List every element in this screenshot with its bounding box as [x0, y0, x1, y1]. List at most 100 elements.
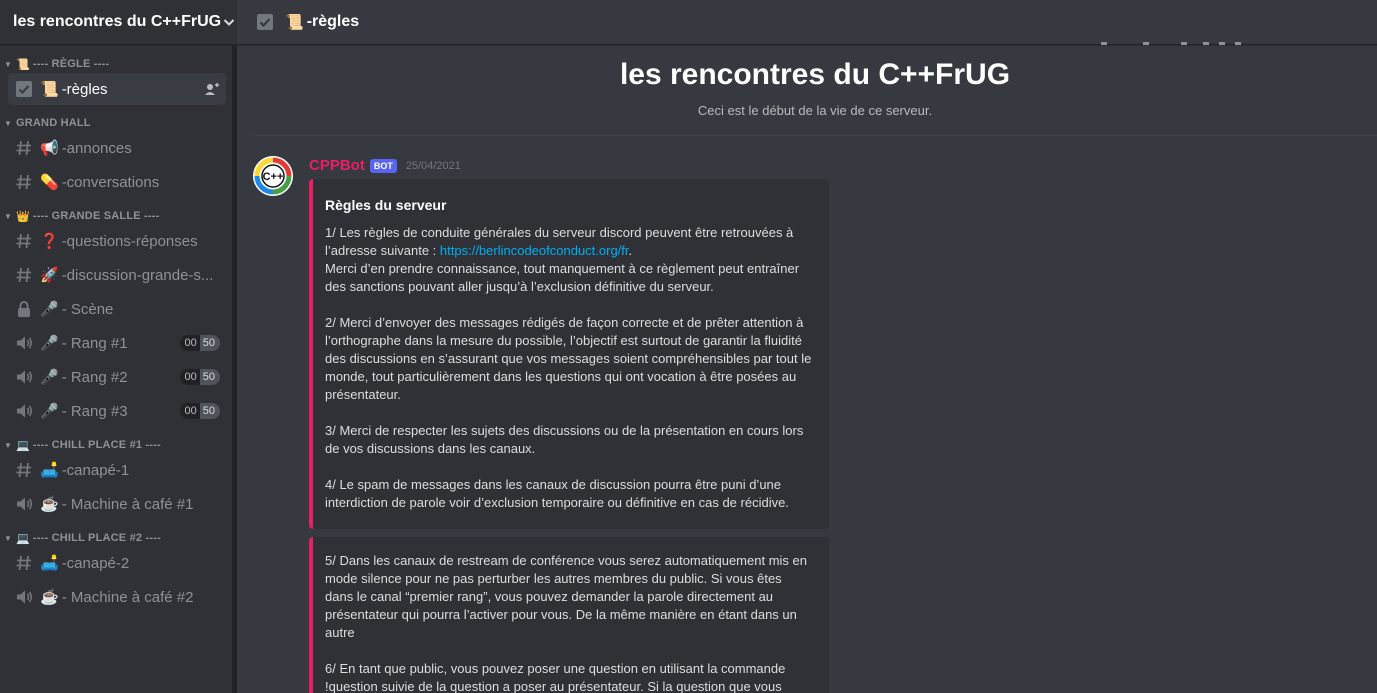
channel-conversations[interactable]: 💊 -conversations [8, 166, 226, 198]
hashtag-icon [14, 553, 34, 573]
category-emoji-icon: 📜 [16, 58, 30, 71]
category-label: ---- CHILL PLACE #1 ---- [32, 439, 161, 451]
category-label: ---- GRANDE SALLE ---- [32, 210, 160, 222]
hashtag-icon [14, 231, 34, 251]
channel-name: - Rang #2 [61, 368, 128, 386]
category-emoji-icon: 💻 [16, 439, 30, 452]
channel-rang-1[interactable]: 🎤 - Rang #1 00 50 [8, 327, 226, 359]
channel-machine-a-cafe-2[interactable]: ☕ - Machine à café #2 [8, 581, 226, 613]
server-header[interactable]: les rencontres du C++FrUG [0, 0, 237, 45]
channel-annonces[interactable]: 📢 -annonces [8, 132, 226, 164]
sidebar-scrollbar[interactable] [232, 46, 237, 693]
speaker-icon [14, 401, 34, 421]
rules-embed-1: Règles du serveur 1/ Les règles de condu… [309, 179, 829, 529]
chevron-down-icon: ▼ [3, 118, 13, 128]
channel-emoji-icon: 🎤 [40, 369, 59, 386]
channel-name: - Machine à café #2 [61, 588, 194, 606]
category-grand-hall[interactable]: ▼ GRAND HALL [0, 115, 232, 131]
channel-scene[interactable]: 🎤 - Scène [8, 293, 226, 325]
chevron-down-icon: ▼ [3, 59, 13, 69]
channel-canape-2[interactable]: 🛋️ -canapé-2 [8, 547, 226, 579]
channel-emoji-icon: 🚀 [40, 267, 59, 284]
message-header: CPPBot BOT 25/04/2021 [309, 157, 461, 174]
voice-user-limit: 00 50 [179, 335, 220, 351]
channel-header: 📜 -règles [237, 0, 1377, 45]
channel-list: ▼ 📜 ---- RÈGLE ---- 📜 -règles ▼ GRAND HALL 📢 -an… [0, 56, 232, 615]
rule-1-continued: Merci d’en prendre connaissance, tout ma… [325, 261, 800, 294]
channel-name: -conversations [61, 173, 160, 191]
channel-machine-a-cafe-1[interactable]: ☕ - Machine à café #1 [8, 488, 226, 520]
hashtag-icon [14, 265, 34, 285]
speaker-icon [14, 494, 34, 514]
category-grande-salle[interactable]: ▼ 👑 ---- GRANDE SALLE ---- [0, 208, 232, 224]
voice-user-max: 50 [199, 369, 220, 385]
rule-4: 4/ Le spam de messages dans les canaux d… [325, 477, 789, 510]
message-timestamp: 25/04/2021 [405, 159, 461, 172]
channel-emoji-icon: ❓ [40, 233, 59, 250]
speaker-icon [14, 333, 34, 353]
invite-user-icon[interactable] [204, 81, 220, 97]
channel-discussion-grande-s[interactable]: 🚀 -discussion-grande-s... [8, 259, 226, 291]
bot-tag: BOT [369, 158, 397, 173]
bot-avatar[interactable]: C++ [253, 156, 293, 196]
category-emoji-icon: 💻 [16, 532, 30, 545]
rule-2: 2/ Merci d’envoyer des messages rédigés … [325, 315, 812, 402]
category-chill-place-1[interactable]: ▼ 💻 ---- CHILL PLACE #1 ---- [0, 437, 232, 453]
channel-emoji-icon: ☕ [40, 496, 59, 513]
embed-title: Règles du serveur [325, 197, 447, 213]
welcome-section: les rencontres du C++FrUG Ceci est le dé… [253, 42, 1377, 136]
voice-user-count: 00 [179, 369, 200, 385]
channel-questions-reponses[interactable]: ❓ -questions-réponses [8, 225, 226, 257]
voice-user-max: 50 [199, 335, 220, 351]
voice-user-limit: 00 50 [179, 369, 220, 385]
rule-1-period: . [628, 243, 633, 258]
voice-user-limit: 00 50 [179, 403, 220, 419]
channel-emoji-icon: 🎤 [40, 403, 59, 420]
channel-name: - Scène [61, 300, 114, 318]
channel-emoji-icon: 🛋️ [40, 462, 59, 479]
channel-regles[interactable]: 📜 -règles [8, 73, 226, 105]
channel-emoji-icon: 📜 [40, 81, 59, 98]
channel-canape-1[interactable]: 🛋️ -canapé-1 [8, 454, 226, 486]
channel-name: - Rang #3 [61, 402, 128, 420]
category-chill-place-2[interactable]: ▼ 💻 ---- CHILL PLACE #2 ---- [0, 530, 232, 546]
chevron-down-icon: ▼ [3, 211, 13, 221]
channel-emoji-icon: 💊 [40, 174, 59, 191]
category-emoji-icon: 👑 [16, 210, 30, 223]
chevron-down-icon: ▼ [3, 440, 13, 450]
channel-name: - Machine à café #1 [61, 495, 194, 513]
channel-name: -questions-réponses [61, 232, 198, 250]
rule-6: 6/ En tant que public, vous pouvez poser… [325, 661, 786, 693]
hashtag-icon [14, 138, 34, 158]
speaker-icon [14, 367, 34, 387]
channel-emoji-icon: 🎤 [40, 335, 59, 352]
category-label: GRAND HALL [16, 117, 91, 129]
voice-user-max: 50 [199, 403, 220, 419]
rules-embed-2: 5/ Dans les canaux de restream de confér… [309, 537, 829, 693]
hashtag-icon [14, 172, 34, 192]
channel-rang-3[interactable]: 🎤 - Rang #3 00 50 [8, 395, 226, 427]
channel-rang-2[interactable]: 🎤 - Rang #2 00 50 [8, 361, 226, 393]
welcome-title: les rencontres du C++FrUG [619, 58, 1011, 91]
voice-user-count: 00 [179, 403, 200, 419]
channel-name: -canapé-1 [61, 461, 130, 479]
server-name: les rencontres du C++FrUG [13, 13, 222, 30]
channel-sidebar: les rencontres du C++FrUG ▼ 📜 ---- RÈGLE -… [0, 0, 237, 693]
category-label: ---- RÈGLE ---- [32, 58, 110, 70]
category-regle[interactable]: ▼ 📜 ---- RÈGLE ---- [0, 56, 232, 72]
channel-emoji-icon: 🛋️ [40, 555, 59, 572]
voice-user-count: 00 [179, 335, 200, 351]
chevron-down-icon: ▼ [3, 533, 13, 543]
channel-name: -discussion-grande-s... [61, 266, 214, 284]
author-name[interactable]: CPPBot [309, 157, 365, 174]
channel-emoji-icon: 📢 [40, 140, 59, 157]
channel-name: -règles [61, 80, 108, 98]
welcome-subtitle: Ceci est le début de la vie de ce serveu… [697, 103, 933, 118]
hashtag-icon [14, 460, 34, 480]
rules-checkbox-icon [14, 79, 34, 99]
svg-text:C++: C++ [263, 171, 284, 183]
code-of-conduct-link[interactable]: https://berlincodeofconduct.org/fr [440, 243, 629, 258]
channel-emoji-icon: ☕ [40, 589, 59, 606]
channel-name: -annonces [61, 139, 132, 157]
chevron-down-icon[interactable] [221, 14, 237, 30]
